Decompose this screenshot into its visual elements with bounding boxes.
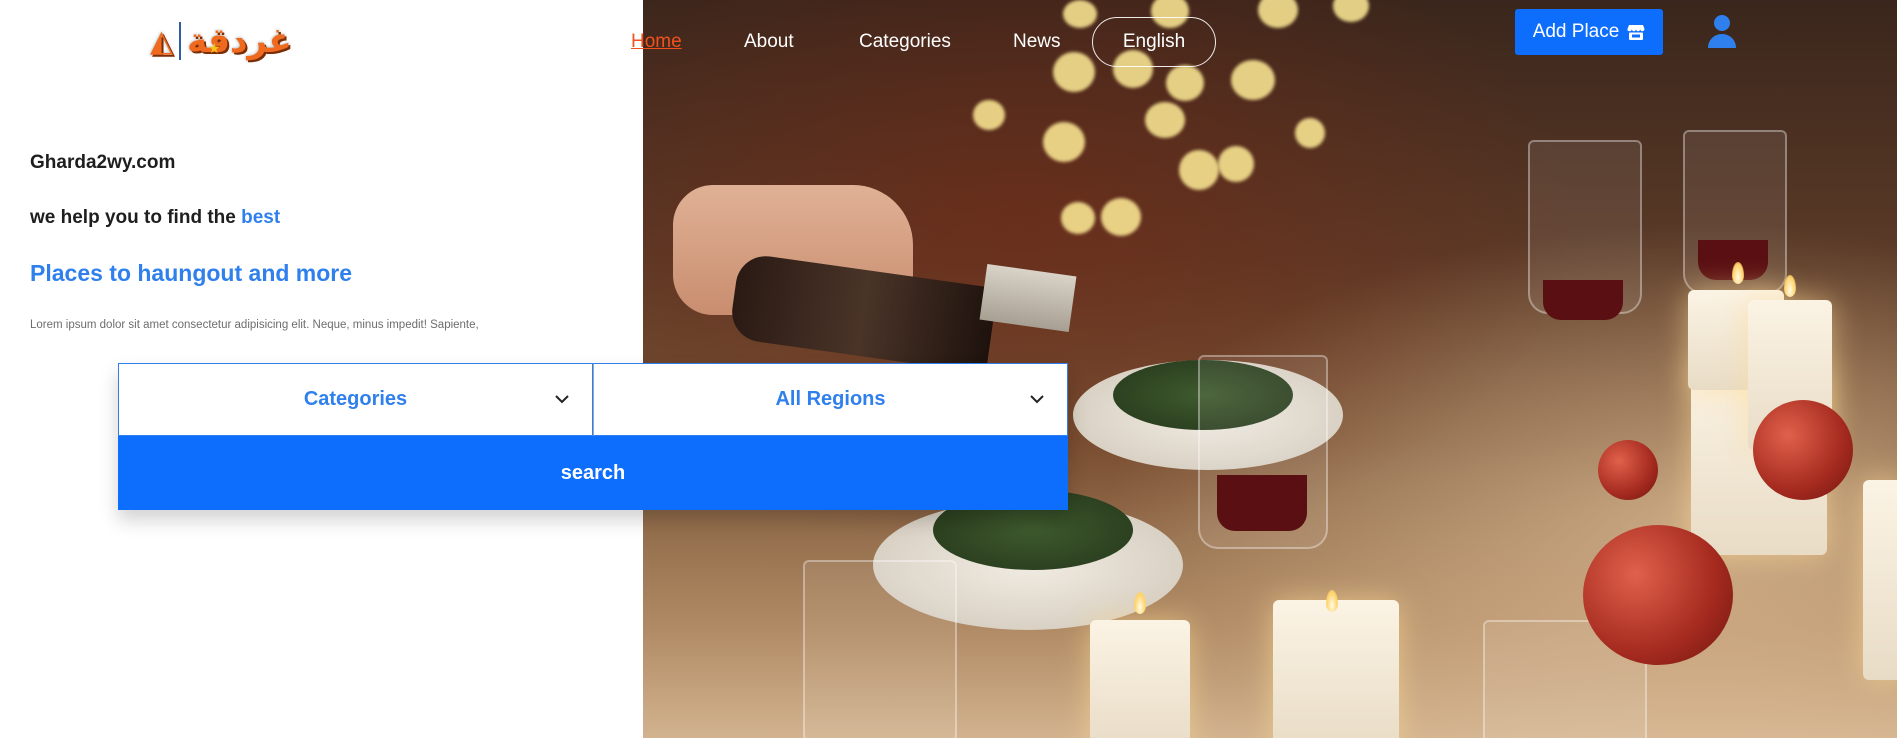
- search-button[interactable]: search: [118, 436, 1068, 510]
- language-toggle-button[interactable]: English: [1092, 17, 1216, 67]
- nav-link-about[interactable]: About: [744, 31, 794, 53]
- tagline-accent: best: [241, 207, 281, 228]
- search-panel: Categories All Regions search: [118, 363, 1068, 510]
- region-select-value: All Regions: [775, 388, 886, 410]
- site-name: Gharda2wy.com: [30, 152, 176, 173]
- user-icon[interactable]: [1707, 14, 1737, 48]
- chevron-down-icon: [1030, 395, 1044, 404]
- language-label: English: [1122, 31, 1186, 52]
- nav-link-news[interactable]: News: [1013, 31, 1061, 53]
- add-place-button[interactable]: Add Place: [1515, 9, 1663, 55]
- nav-link-home[interactable]: Home: [631, 31, 682, 53]
- logo-wordmark: غردقة: [187, 21, 292, 61]
- site-logo[interactable]: ◭ غردقة ★: [150, 14, 312, 68]
- add-place-label: Add Place: [1532, 21, 1620, 42]
- hero-headline: Places to haungout and more: [30, 260, 353, 286]
- category-select-value: Categories: [303, 388, 408, 410]
- search-filters: Categories All Regions: [118, 363, 1068, 436]
- logo-icon: ◭: [150, 23, 174, 59]
- star-icon: ★: [208, 40, 221, 56]
- chevron-down-icon: [555, 395, 569, 404]
- tagline-prefix: we help you to find the: [30, 207, 236, 228]
- logo-divider: [179, 22, 182, 60]
- hero-description: Lorem ipsum dolor sit amet consectetur a…: [30, 319, 479, 331]
- category-select[interactable]: Categories: [118, 363, 593, 436]
- region-select[interactable]: All Regions: [593, 363, 1068, 436]
- nav-link-categories[interactable]: Categories: [859, 31, 951, 53]
- store-icon: [1627, 23, 1645, 41]
- tagline: we help you to find the best: [30, 207, 280, 229]
